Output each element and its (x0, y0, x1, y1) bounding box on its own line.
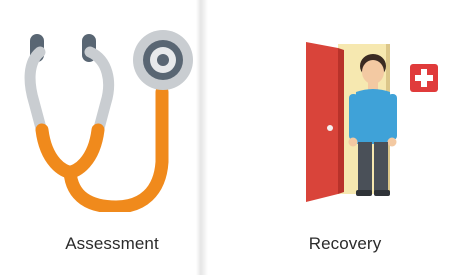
assessment-label: Assessment (65, 234, 159, 253)
stethoscope-icon (24, 30, 193, 212)
recovery-label: Recovery (308, 234, 382, 253)
patient-leaving-door-icon (306, 42, 438, 202)
